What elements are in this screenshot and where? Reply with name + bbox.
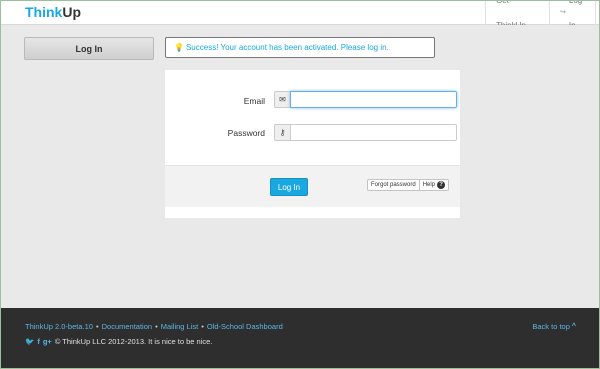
separator: • [95,322,99,331]
main-content: Log In 💡 Success! Your account has been … [0,25,600,308]
twitter-icon[interactable]: 🐦 [25,337,34,346]
top-navbar: ThinkUp Get ThinkUp ↪ Log In [0,0,600,30]
brand-logo[interactable]: ThinkUp [25,4,81,21]
password-field[interactable] [290,124,457,141]
brand-part2: Up [62,4,82,20]
key-icon: ⚷ [274,124,290,141]
chevron-up-icon: ^ [571,323,576,330]
form-fields: Email ✉ Password ⚷ [165,70,460,165]
mailing-list-link[interactable]: Mailing List [161,322,199,331]
facebook-icon[interactable]: f [37,337,40,346]
documentation-link[interactable]: Documentation [102,322,152,331]
alert-message: Success! Your account has been activated… [185,43,389,52]
brand-part1: Think [25,4,63,20]
help-label: Help [422,182,436,188]
form-actions: Log In Forgot password Help ? [165,165,460,207]
help-button-group: Forgot password Help ? [367,179,450,191]
back-to-top-label: Back to top [532,322,570,331]
email-field[interactable] [290,91,457,108]
version-link[interactable]: ThinkUp 2.0-beta.10 [25,322,93,331]
sidebar-login-button[interactable]: Log In [24,37,154,60]
copyright-text: © ThinkUp LLC 2012-2013. It is nice to b… [54,337,213,346]
nav-login-link[interactable]: ↪ Log In [549,0,596,30]
nav-right: Get ThinkUp ↪ Log In [485,0,600,30]
back-to-top-link[interactable]: Back to top ^ [532,322,576,331]
google-plus-icon[interactable]: g+ [43,337,52,346]
footer-links: ThinkUp 2.0-beta.10 • Documentation • Ma… [25,322,283,331]
footer-copyright: 🐦 f g+ © ThinkUp LLC 2012-2013. It is ni… [25,337,212,346]
forgot-password-button[interactable]: Forgot password [367,179,420,191]
question-circle-icon: ? [437,181,446,189]
envelope-icon: ✉ [274,91,290,108]
email-label: Email [243,96,265,106]
login-icon: ↪ [560,9,566,16]
login-form-panel: Email ✉ Password ⚷ Log In Forgot passwor… [165,70,460,218]
get-thinkup-link[interactable]: Get ThinkUp [485,0,549,30]
separator: • [155,322,158,331]
separator: • [201,322,204,331]
lightbulb-icon: 💡 [174,43,184,52]
footer: ThinkUp 2.0-beta.10 • Documentation • Ma… [0,308,600,369]
password-label: Password [227,128,265,138]
success-alert: 💡 Success! Your account has been activat… [165,37,435,58]
login-submit-button[interactable]: Log In [270,178,308,196]
dashboard-link[interactable]: Old-School Dashboard [207,322,283,331]
help-button[interactable]: Help ? [419,179,450,191]
